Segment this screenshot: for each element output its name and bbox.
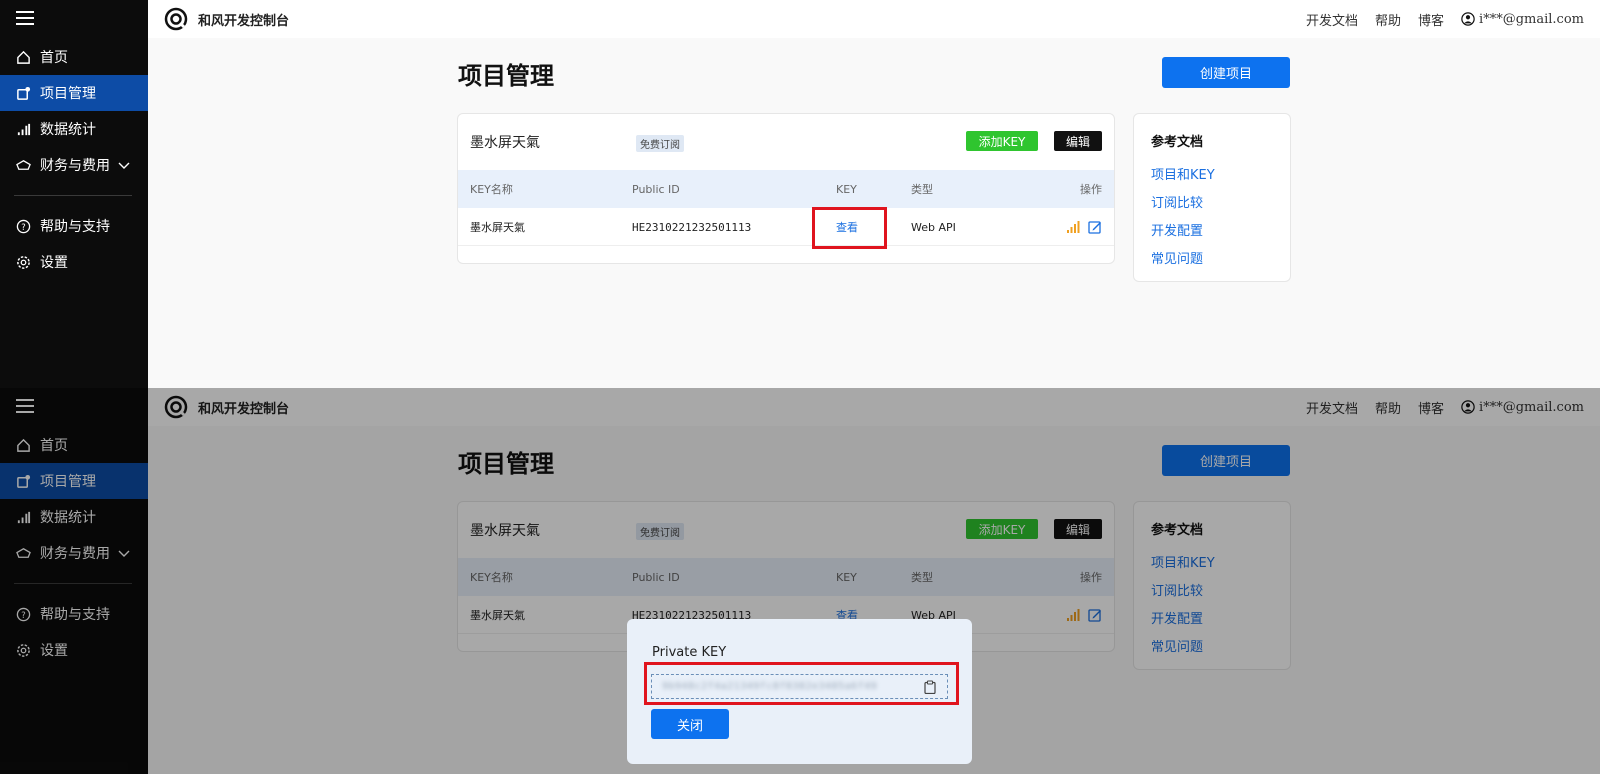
- key-type: Web API: [911, 220, 956, 234]
- bottom-screen: 首页 项目管理 数据统计 财务与费用 ? 帮助与支持 设置 和风开发控制台 开发…: [0, 388, 1600, 774]
- page-title: 项目管理: [458, 62, 554, 90]
- user-menu[interactable]: i***@gmail.com: [1461, 12, 1584, 27]
- sidebar-item-label: 数据统计: [40, 122, 96, 138]
- sidebar-item-label: 财务与费用: [40, 158, 110, 174]
- bar-chart-icon: [14, 120, 32, 138]
- stats-icon[interactable]: [1066, 220, 1080, 234]
- project-icon: [14, 84, 32, 102]
- user-icon: [1461, 12, 1475, 26]
- reference-panel: 参考文档 项目和KEY 订阅比较 开发配置 常见问题: [1133, 113, 1291, 282]
- close-button[interactable]: 关闭: [651, 709, 729, 739]
- table-header: KEY名称 Public ID KEY 类型 操作: [458, 170, 1114, 208]
- sidebar-item-label: 项目管理: [40, 86, 96, 102]
- help-link[interactable]: 帮助: [1375, 10, 1401, 29]
- sidebar-divider: [14, 195, 132, 196]
- docs-link[interactable]: 开发文档: [1306, 10, 1358, 29]
- project-card: 墨水屏天氣 免费订阅 添加KEY 编辑 KEY名称 Public ID KEY …: [457, 113, 1115, 264]
- sidebar: 首页 项目管理 数据统计 财务与费用 ? 帮助与支持 设置: [0, 0, 148, 388]
- ref-link-subscription[interactable]: 订阅比较: [1151, 192, 1203, 211]
- ref-link-dev-config[interactable]: 开发配置: [1151, 220, 1203, 239]
- column-header: Public ID: [632, 182, 680, 196]
- table-row: 墨水屏天氣 HE2310221232501113 查看 Web API: [458, 208, 1114, 246]
- column-header: KEY名称: [470, 183, 513, 196]
- gear-icon: [14, 253, 32, 271]
- sidebar-item-home[interactable]: 首页: [0, 39, 148, 75]
- edit-button[interactable]: 编辑: [1054, 131, 1102, 151]
- add-key-button[interactable]: 添加KEY: [966, 131, 1038, 151]
- blog-link[interactable]: 博客: [1418, 10, 1444, 29]
- edit-icon[interactable]: [1088, 220, 1102, 234]
- sidebar-item-stats[interactable]: 数据统计: [0, 111, 148, 147]
- ref-link-faq[interactable]: 常见问题: [1151, 248, 1203, 267]
- top-screen: 首页 项目管理 数据统计 财务与费用 ? 帮助与支持 设置 和风开发控制台 开发…: [0, 0, 1600, 388]
- highlight-box: [644, 662, 959, 705]
- menu-icon[interactable]: [16, 11, 34, 27]
- highlight-box: [812, 207, 887, 249]
- sidebar-item-label: 帮助与支持: [40, 219, 110, 235]
- home-icon: [14, 48, 32, 66]
- header: 和风开发控制台 开发文档 帮助 博客 i***@gmail.com: [148, 0, 1600, 38]
- sidebar-item-label: 设置: [40, 255, 68, 271]
- finance-icon: [14, 156, 32, 174]
- create-project-button[interactable]: 创建项目: [1162, 57, 1290, 88]
- logo-icon: [164, 7, 188, 31]
- svg-text:?: ?: [21, 221, 25, 231]
- row-actions: [1058, 208, 1102, 246]
- sidebar-item-settings[interactable]: 设置: [0, 244, 148, 280]
- chevron-down-icon: [118, 162, 130, 169]
- sidebar-item-finance[interactable]: 财务与费用: [0, 147, 148, 183]
- help-icon: ?: [14, 217, 32, 235]
- sidebar-item-projects[interactable]: 项目管理: [0, 75, 148, 111]
- column-header: 类型: [911, 183, 933, 196]
- column-header: KEY: [836, 182, 857, 196]
- column-header: 操作: [1080, 183, 1102, 196]
- brand-title: 和风开发控制台: [198, 13, 290, 29]
- header-links: 开发文档 帮助 博客 i***@gmail.com: [1289, 0, 1584, 38]
- user-email: i***@gmail.com: [1479, 11, 1584, 27]
- subscription-badge: 免费订阅: [636, 135, 684, 152]
- public-id: HE2310221232501113: [632, 220, 752, 234]
- sidebar-item-help[interactable]: ? 帮助与支持: [0, 208, 148, 244]
- reference-title: 参考文档: [1151, 135, 1204, 150]
- sidebar-item-label: 首页: [40, 50, 68, 66]
- dialog-title: Private KEY: [652, 645, 727, 660]
- key-name: 墨水屏天氣: [470, 221, 525, 234]
- ref-link-project-key[interactable]: 项目和KEY: [1151, 164, 1215, 183]
- project-name: 墨水屏天氣: [470, 135, 540, 151]
